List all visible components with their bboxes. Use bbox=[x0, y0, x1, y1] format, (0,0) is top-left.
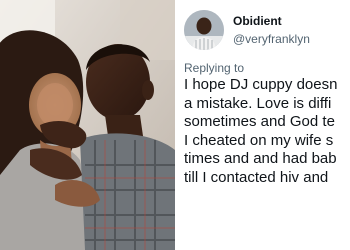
tweet-body: I hope DJ cuppy doesn a mistake. Love is… bbox=[184, 76, 350, 188]
avatar[interactable] bbox=[184, 10, 224, 50]
user-handle[interactable]: @veryfranklyn bbox=[233, 32, 310, 46]
couple-image bbox=[0, 0, 175, 250]
tweet-body-line: till I contacted hiv and bbox=[184, 168, 329, 186]
tweet-body-line: I hope DJ cuppy doesn bbox=[184, 76, 338, 93]
avatar-image bbox=[184, 10, 224, 50]
article-thumbnail: Obidient @veryfranklyn Replying to I hop… bbox=[0, 0, 350, 250]
tweet-body-line: times and and had bab bbox=[184, 150, 337, 168]
couple-photo bbox=[0, 0, 175, 250]
tweet-body-line: sometimes and God te bbox=[184, 113, 335, 131]
tweet-body-line: a mistake. Love is diffi bbox=[184, 94, 332, 112]
tweet-card: Obidient @veryfranklyn Replying to I hop… bbox=[175, 0, 350, 250]
tweet-body-line: I cheated on my wife s bbox=[184, 131, 334, 149]
replying-to-label: Replying to bbox=[184, 61, 245, 75]
display-name[interactable]: Obidient bbox=[233, 14, 282, 28]
tweet-header: Obidient @veryfranklyn bbox=[184, 10, 344, 54]
